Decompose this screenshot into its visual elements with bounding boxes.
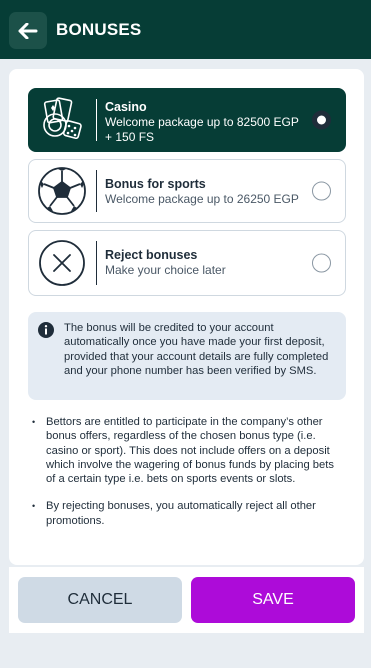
back-button[interactable]	[9, 12, 47, 49]
bonus-option-reject[interactable]: Reject bonuses Make your choice later	[28, 230, 346, 296]
list-item: By rejecting bonuses, you automatically …	[28, 499, 346, 528]
terms-list: Bettors are entitled to participate in t…	[28, 415, 346, 528]
radio-sports[interactable]	[312, 181, 331, 201]
arrow-left-icon	[18, 22, 38, 39]
option-divider	[96, 99, 97, 141]
header-bar: BONUSES	[0, 0, 371, 59]
bonus-panel: Casino Welcome package up to 82500 EGP +…	[9, 69, 364, 565]
casino-cards-dice-icon	[43, 97, 82, 140]
radio-casino[interactable]	[312, 110, 331, 130]
option-subtitle: Welcome package up to 82500 EGP + 150 FS	[105, 115, 299, 144]
list-item: Bettors are entitled to participate in t…	[28, 415, 346, 486]
reject-x-circle-icon	[39, 240, 85, 286]
option-divider	[96, 241, 97, 285]
cancel-button[interactable]: CANCEL	[18, 577, 182, 623]
option-text: Casino Welcome package up to 82500 EGP +…	[105, 99, 305, 145]
soccer-ball-icon	[38, 167, 86, 215]
option-divider	[96, 170, 97, 212]
option-title: Reject bonuses	[105, 248, 198, 262]
info-icon	[38, 322, 54, 338]
bonus-option-sports[interactable]: Bonus for sports Welcome package up to 2…	[28, 159, 346, 223]
bonus-option-casino[interactable]: Casino Welcome package up to 82500 EGP +…	[28, 88, 346, 152]
option-subtitle: Welcome package up to 26250 EGP	[105, 192, 299, 206]
option-subtitle: Make your choice later	[105, 263, 226, 277]
option-text: Reject bonuses Make your choice later	[105, 247, 305, 278]
option-title: Casino	[105, 100, 147, 114]
save-button[interactable]: SAVE	[191, 577, 355, 623]
info-text: The bonus will be credited to your accou…	[64, 322, 329, 377]
radio-reject[interactable]	[312, 253, 331, 273]
page-title: BONUSES	[56, 20, 142, 39]
info-box: The bonus will be credited to your accou…	[28, 312, 346, 400]
option-text: Bonus for sports Welcome package up to 2…	[105, 176, 305, 207]
option-title: Bonus for sports	[105, 177, 206, 191]
